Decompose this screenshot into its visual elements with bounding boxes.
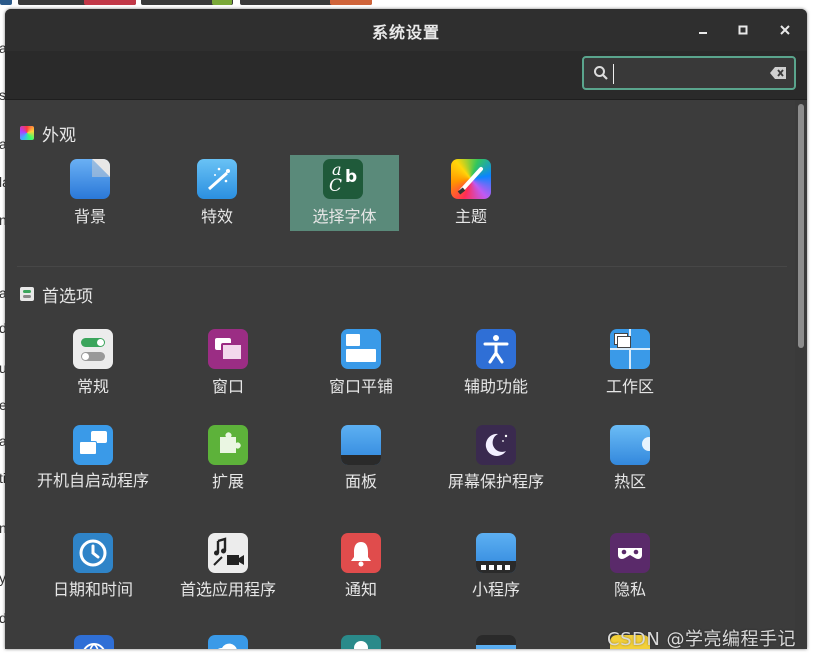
- language-icon[interactable]: [74, 635, 114, 649]
- extensions-icon: [208, 425, 248, 465]
- item-label: 屏幕保护程序: [447, 472, 544, 491]
- watermark: CSDN @学亮编程手记: [607, 629, 797, 650]
- toolbar: [5, 51, 807, 100]
- settings-item-themes[interactable]: 主题: [406, 155, 536, 231]
- text-cursor: [613, 64, 614, 84]
- settings-item-windows[interactable]: 窗口: [163, 323, 293, 399]
- settings-content: 外观 背景 特效 a b C 选择字体 主题 首选项 常规 窗口 窗口平铺 辅助…: [5, 100, 793, 649]
- general-icon: [73, 329, 113, 369]
- hot-corners-icon: [610, 425, 650, 465]
- workspaces-icon: [610, 329, 650, 369]
- item-label: 辅助功能: [463, 377, 528, 396]
- item-label: 背景: [73, 207, 106, 226]
- search-box[interactable]: [582, 56, 796, 90]
- settings-item-panel[interactable]: 面板: [296, 420, 426, 496]
- desktop-icon[interactable]: [476, 635, 516, 649]
- notifications-icon: [341, 533, 381, 573]
- settings-item-general[interactable]: 常规: [28, 323, 158, 399]
- minimize-button[interactable]: [693, 21, 713, 39]
- startup-apps-icon: [73, 425, 113, 465]
- maximize-icon: [738, 25, 748, 35]
- panel-icon: [341, 425, 381, 465]
- effects-icon: [197, 159, 237, 199]
- item-label: 常规: [76, 377, 109, 396]
- windows-icon: [208, 329, 248, 369]
- item-label: 窗口平铺: [328, 377, 393, 396]
- section-title: 首选项: [42, 286, 93, 307]
- background-tab: [84, 0, 136, 5]
- settings-item-background[interactable]: 背景: [25, 155, 155, 231]
- background-tab: [212, 0, 232, 5]
- item-label: 选择字体: [312, 207, 377, 226]
- themes-icon: [451, 159, 491, 199]
- section-divider: [17, 266, 787, 267]
- appearance-section-icon: [20, 126, 34, 140]
- item-label: 开机自启动程序: [36, 471, 149, 490]
- settings-item-preferred-apps[interactable]: 首选应用程序: [163, 528, 293, 604]
- settings-item-window-tiling[interactable]: 窗口平铺: [296, 323, 426, 399]
- item-label: 扩展: [211, 472, 244, 491]
- item-label: 特效: [200, 207, 233, 226]
- settings-item-screensaver[interactable]: 屏幕保护程序: [431, 420, 561, 496]
- section-header-preferences: 首选项: [20, 282, 93, 307]
- item-label: 首选应用程序: [179, 580, 276, 599]
- settings-item-hot-corners[interactable]: 热区: [565, 420, 695, 496]
- settings-item-workspaces[interactable]: 工作区: [565, 323, 695, 399]
- font-selection-icon: a b C: [323, 159, 363, 199]
- item-label: 热区: [613, 472, 646, 491]
- screensaver-icon: [476, 425, 516, 465]
- scrollbar-thumb[interactable]: [798, 104, 804, 348]
- section-title: 外观: [42, 125, 76, 146]
- preferences-section-icon: [20, 287, 34, 301]
- settings-item-date-time[interactable]: 日期和时间: [28, 528, 158, 604]
- background-tab: [0, 0, 12, 5]
- item-label: 面板: [344, 472, 377, 491]
- online-accounts-icon[interactable]: [208, 635, 248, 649]
- item-label: 小程序: [471, 580, 520, 599]
- minimize-icon: [699, 32, 707, 34]
- settings-item-privacy[interactable]: 隐私: [565, 528, 695, 604]
- accessibility-icon: [476, 329, 516, 369]
- applets-icon: [476, 533, 516, 573]
- window-title: 系统设置: [371, 23, 440, 42]
- vertical-scrollbar[interactable]: [795, 100, 807, 649]
- title-bar[interactable]: 系统设置: [5, 9, 807, 51]
- settings-item-notifications[interactable]: 通知: [296, 528, 426, 604]
- close-icon: [780, 25, 790, 35]
- system-settings-window: 系统设置 外观 背景 特效 a b C 选择字体 主题 首选项 常规 窗口 窗口…: [5, 9, 807, 649]
- search-input[interactable]: [616, 62, 770, 88]
- preferred-apps-icon: [208, 533, 248, 573]
- item-label: 工作区: [605, 377, 654, 396]
- item-label: 窗口: [211, 377, 244, 396]
- privacy-icon: [610, 533, 650, 573]
- item-label: 日期和时间: [52, 580, 133, 599]
- settings-item-applets[interactable]: 小程序: [431, 528, 561, 604]
- search-icon: [594, 66, 608, 80]
- settings-item-effects[interactable]: 特效: [152, 155, 282, 231]
- settings-item-font-selection[interactable]: a b C 选择字体: [290, 155, 399, 231]
- date-time-icon: [73, 533, 113, 573]
- background-icon: [70, 159, 110, 199]
- window-tiling-icon: [341, 329, 381, 369]
- background-tab: [330, 0, 372, 5]
- clear-search-icon[interactable]: [770, 67, 786, 79]
- user-accounts-icon[interactable]: [341, 635, 381, 649]
- item-label: 隐私: [613, 580, 646, 599]
- item-label: 主题: [454, 207, 487, 226]
- maximize-button[interactable]: [733, 21, 753, 39]
- section-header-appearance: 外观: [20, 121, 76, 146]
- settings-item-extensions[interactable]: 扩展: [163, 420, 293, 496]
- background-taskbar: [0, 0, 816, 6]
- close-button[interactable]: [775, 21, 795, 39]
- item-label: 通知: [344, 580, 377, 599]
- settings-item-accessibility[interactable]: 辅助功能: [431, 323, 561, 399]
- settings-item-startup-apps[interactable]: 开机自启动程序: [28, 420, 158, 520]
